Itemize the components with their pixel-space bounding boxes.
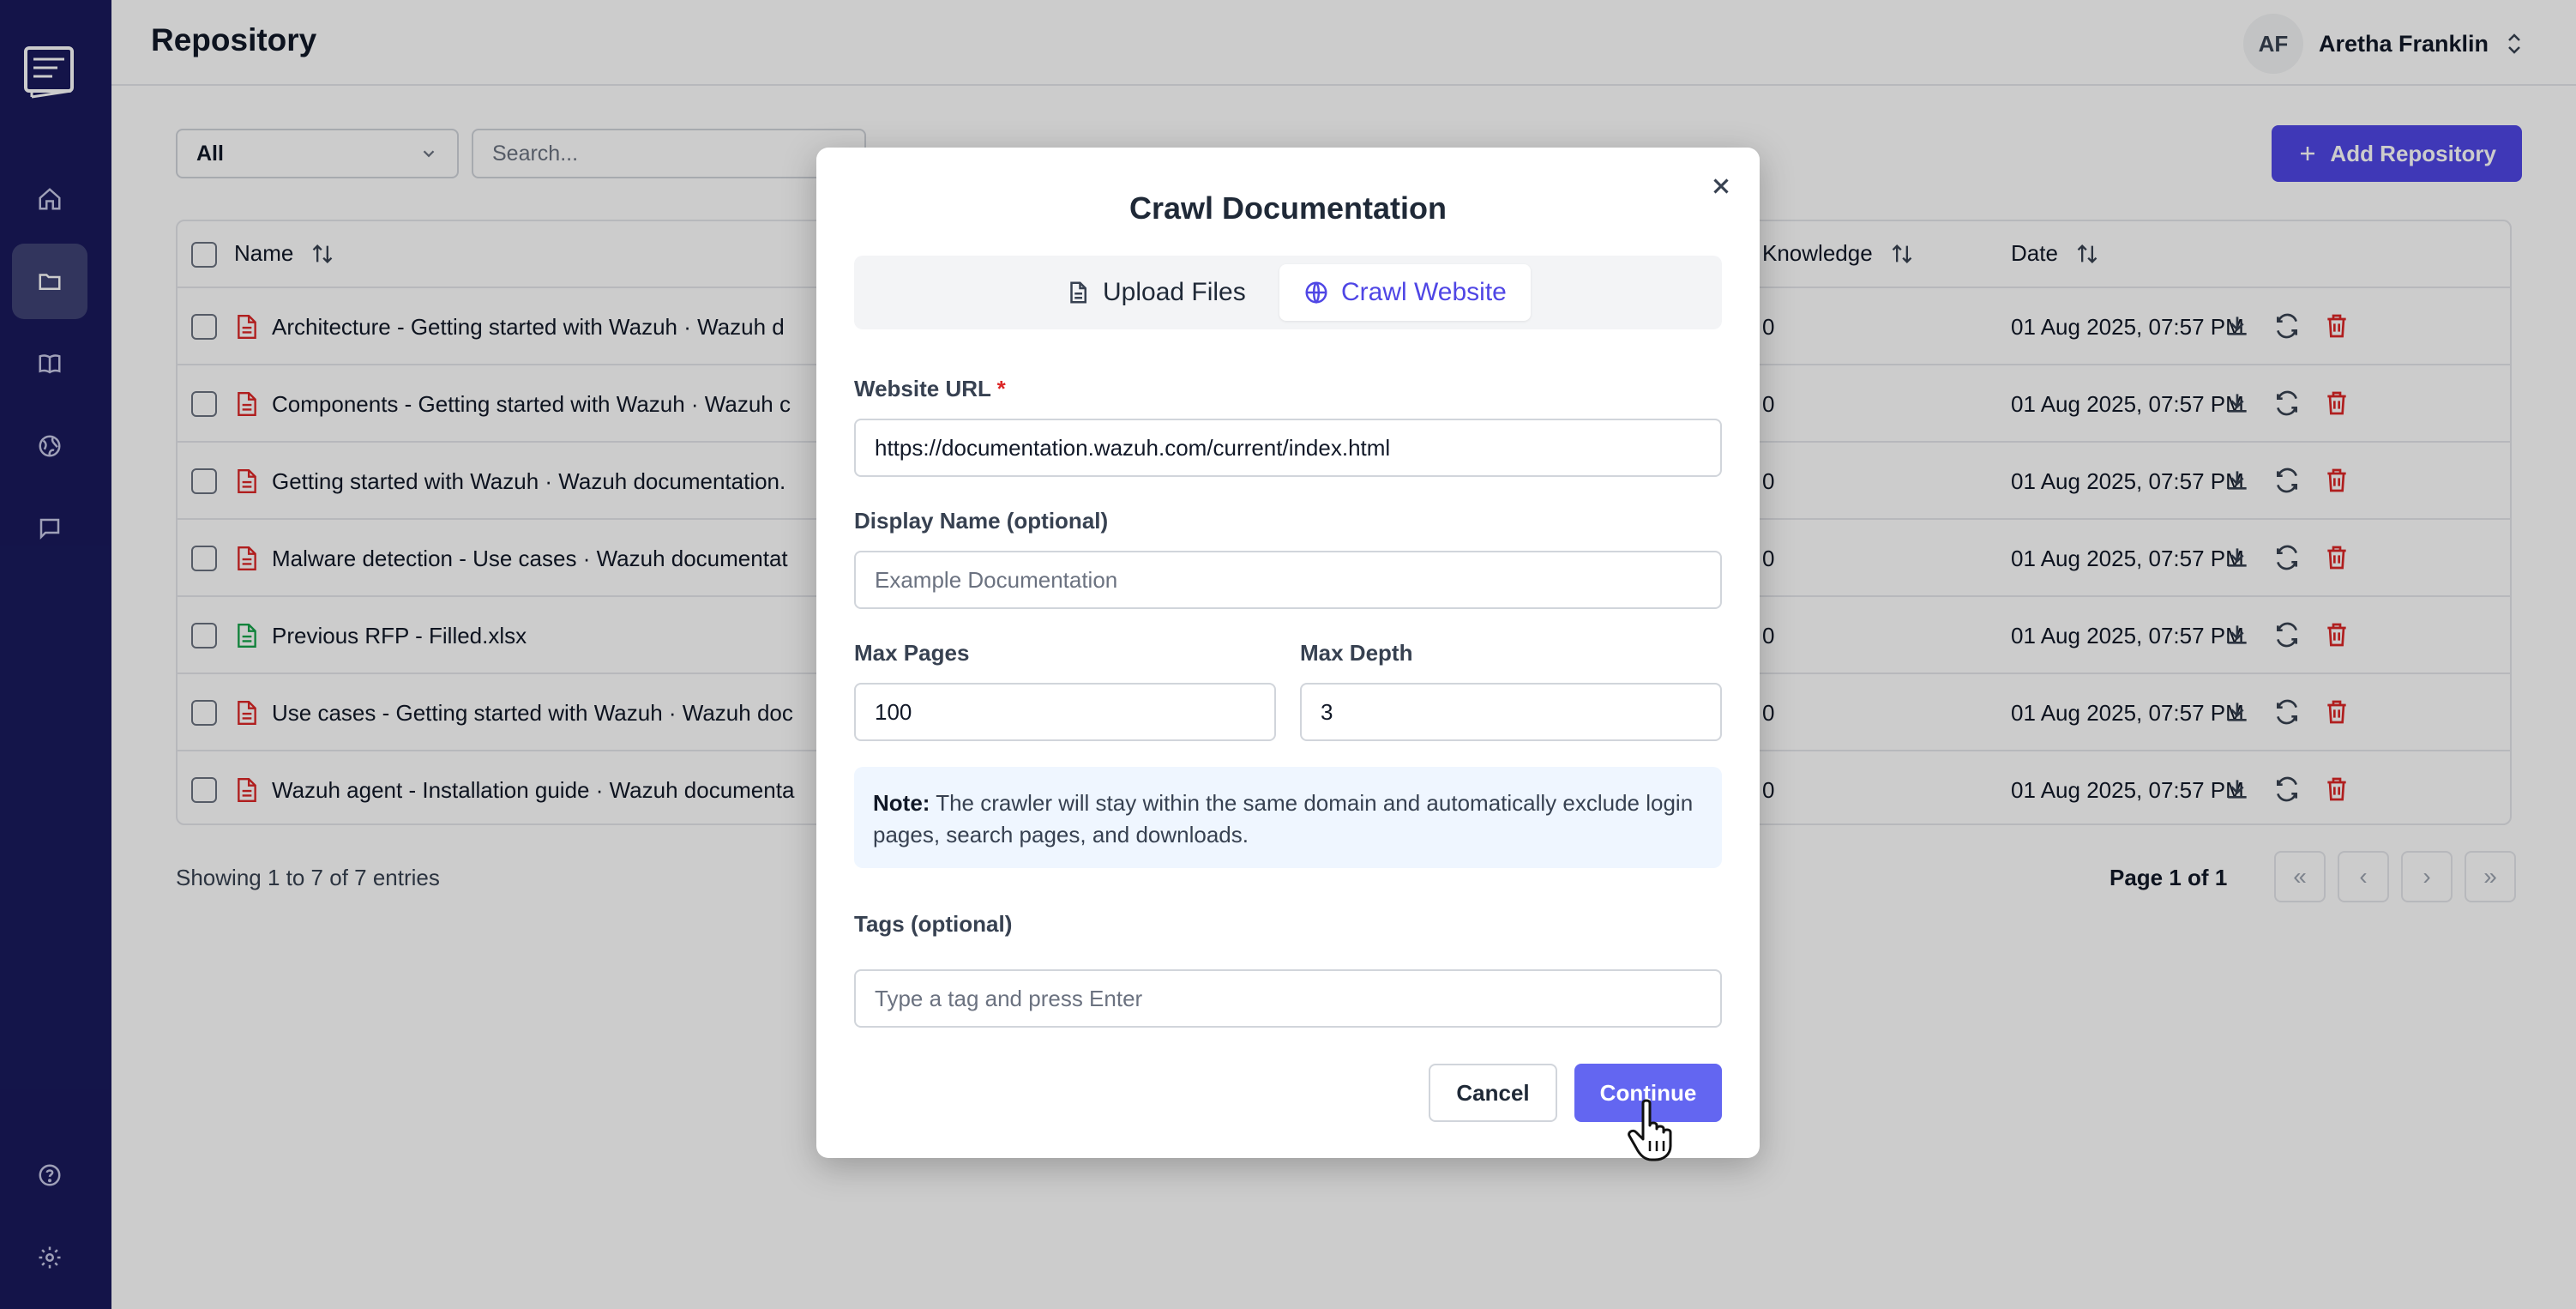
- note-text: The crawler will stay within the same do…: [873, 790, 1694, 848]
- dialog-title: Crawl Documentation: [1129, 190, 1447, 226]
- max-pages-label: Max Pages: [854, 640, 970, 666]
- max-pages-input[interactable]: [854, 683, 1276, 741]
- display-name-label: Display Name (optional): [854, 508, 1109, 534]
- tab-upload-files[interactable]: Upload Files: [1041, 264, 1270, 321]
- tags-input[interactable]: [854, 969, 1722, 1028]
- document-icon: [1070, 281, 1086, 304]
- crawl-documentation-dialog: Crawl Documentation Upload Files Crawl W…: [816, 148, 1760, 1158]
- tab-crawl-website[interactable]: Crawl Website: [1279, 264, 1531, 321]
- website-url-input[interactable]: [854, 419, 1722, 477]
- max-depth-input[interactable]: [1300, 683, 1722, 741]
- max-depth-label: Max Depth: [1300, 640, 1413, 666]
- source-tabs: Upload Files Crawl Website: [854, 256, 1722, 329]
- hand-pointer-cursor-icon: [1628, 1099, 1672, 1161]
- cancel-button[interactable]: Cancel: [1429, 1064, 1557, 1122]
- close-icon[interactable]: [1708, 173, 1734, 199]
- note-label: Note:: [873, 790, 930, 816]
- globe-icon: [1305, 281, 1327, 305]
- website-url-label: Website URL *: [854, 376, 1006, 401]
- tags-label: Tags (optional): [854, 911, 1013, 937]
- crawler-note: Note: The crawler will stay within the s…: [854, 767, 1722, 868]
- display-name-input[interactable]: [854, 551, 1722, 609]
